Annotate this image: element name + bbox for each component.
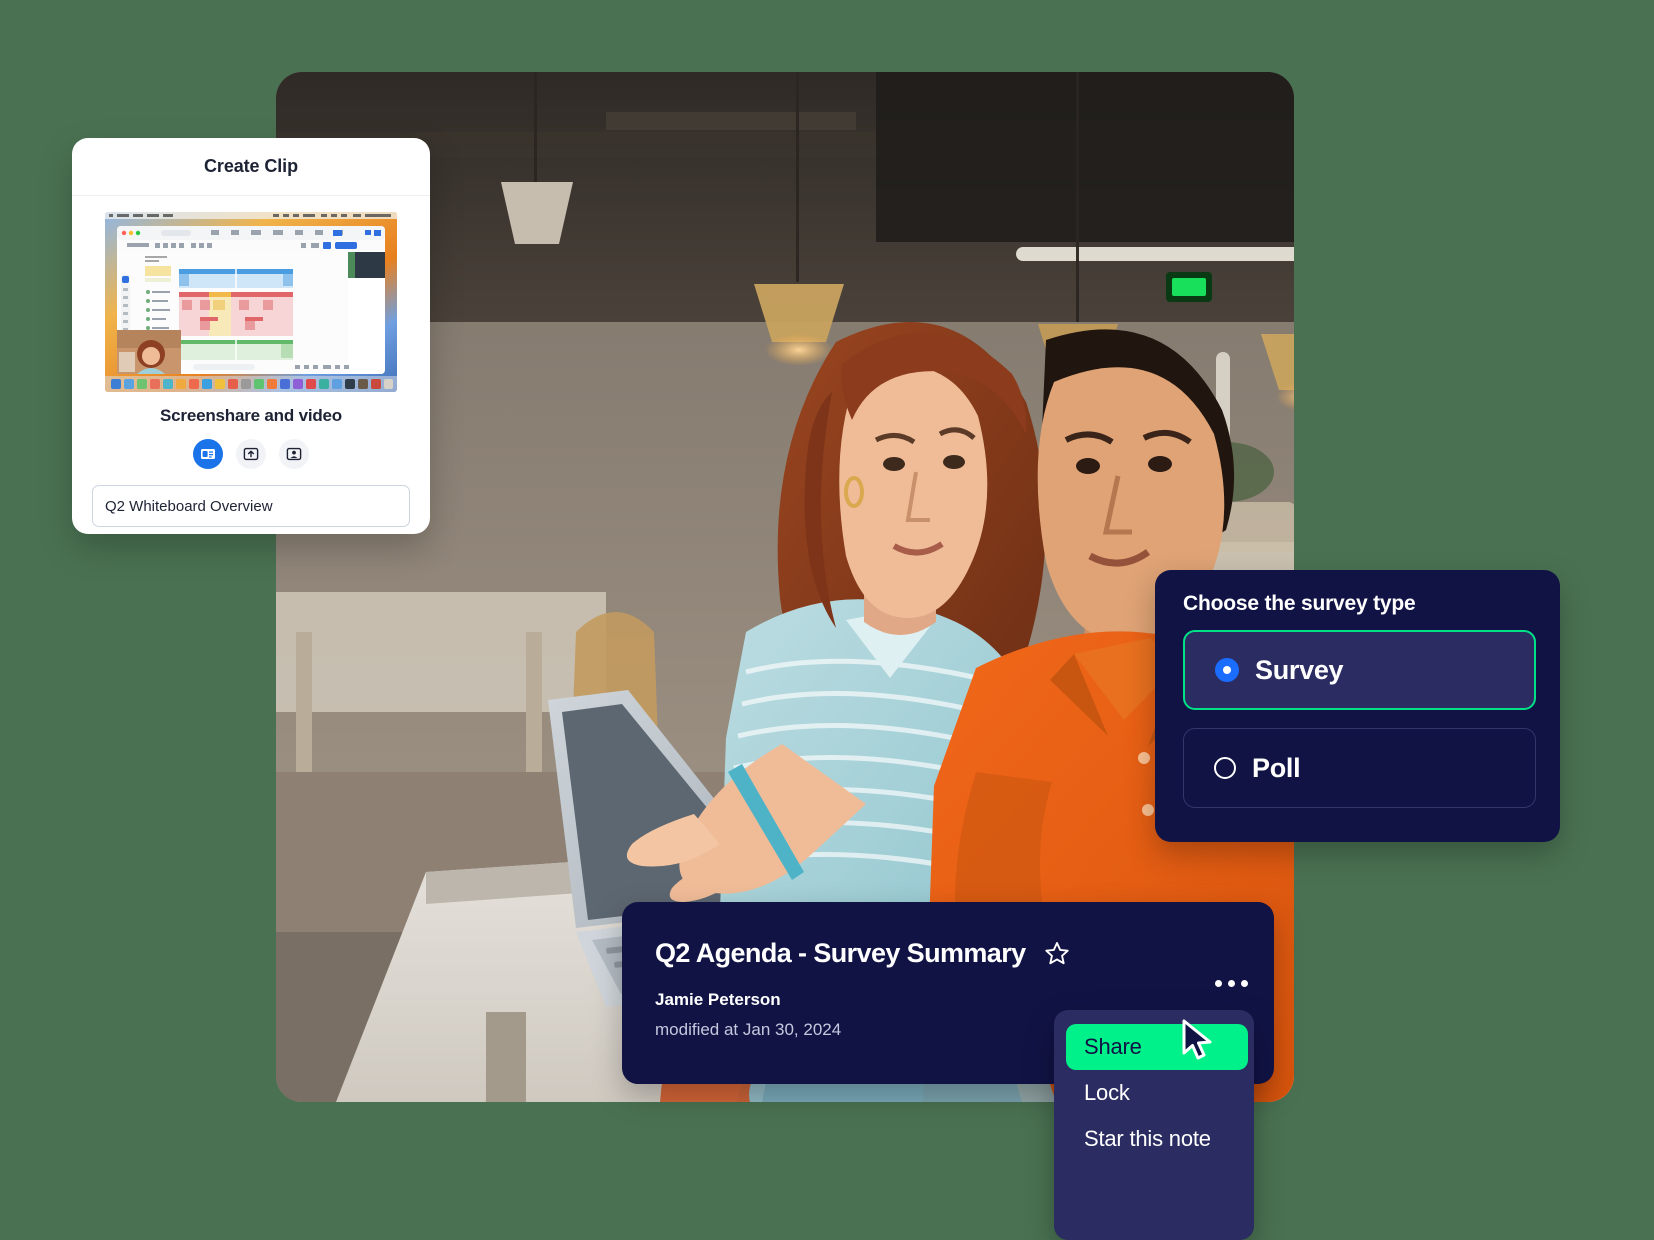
note-title-row: Q2 Agenda - Survey Summary (655, 938, 1072, 969)
note-author: Jamie Peterson (655, 990, 781, 1009)
star-glyph (1044, 941, 1069, 964)
note-context-menu: Share Lock Star this note (1054, 1010, 1254, 1240)
note-more-options-icon[interactable] (1215, 980, 1248, 987)
survey-panel-heading: Choose the survey type (1183, 592, 1416, 615)
clip-mode-label: Screenshare and video (160, 406, 342, 425)
clip-preview-thumbnail[interactable] (105, 212, 397, 392)
clip-preview-illustration (105, 212, 397, 392)
context-menu-item-star-this-note[interactable]: Star this note (1054, 1116, 1254, 1162)
survey-type-panel: Choose the survey type Survey Poll (1155, 570, 1560, 842)
star-icon[interactable] (1042, 939, 1072, 969)
create-clip-dialog: Create Clip Screenshare and video Q2 Whi… (72, 138, 430, 534)
person-screen-glyph (286, 447, 302, 461)
note-title: Q2 Agenda - Survey Summary (655, 938, 1026, 968)
survey-option-survey[interactable]: Survey (1183, 630, 1536, 710)
radio-selected-icon (1215, 658, 1239, 682)
clip-mode-buttons (92, 439, 410, 469)
screenshare-and-video-icon[interactable] (193, 439, 223, 469)
create-clip-title: Create Clip (204, 156, 298, 176)
clip-name-input[interactable] (92, 485, 410, 527)
radio-unselected-icon (1214, 757, 1236, 779)
create-clip-body: Screenshare and video Q2 Whiteboard Over… (72, 196, 430, 527)
survey-option-survey-label: Survey (1255, 654, 1344, 685)
survey-option-poll-label: Poll (1252, 752, 1301, 783)
screenshare-only-icon[interactable] (236, 439, 266, 469)
note-modified-date: modified at Jan 30, 2024 (655, 1020, 842, 1039)
context-menu-item-share[interactable]: Share (1066, 1024, 1248, 1070)
upload-screen-glyph (243, 447, 259, 461)
screenshot-stage: Create Clip Screenshare and video Q2 Whi… (0, 0, 1654, 1240)
survey-option-poll[interactable]: Poll (1183, 728, 1536, 808)
context-menu-item-lock[interactable]: Lock (1054, 1070, 1254, 1116)
video-only-icon[interactable] (279, 439, 309, 469)
screenshare-and-video-glyph (201, 449, 215, 459)
create-clip-header: Create Clip (72, 138, 430, 196)
